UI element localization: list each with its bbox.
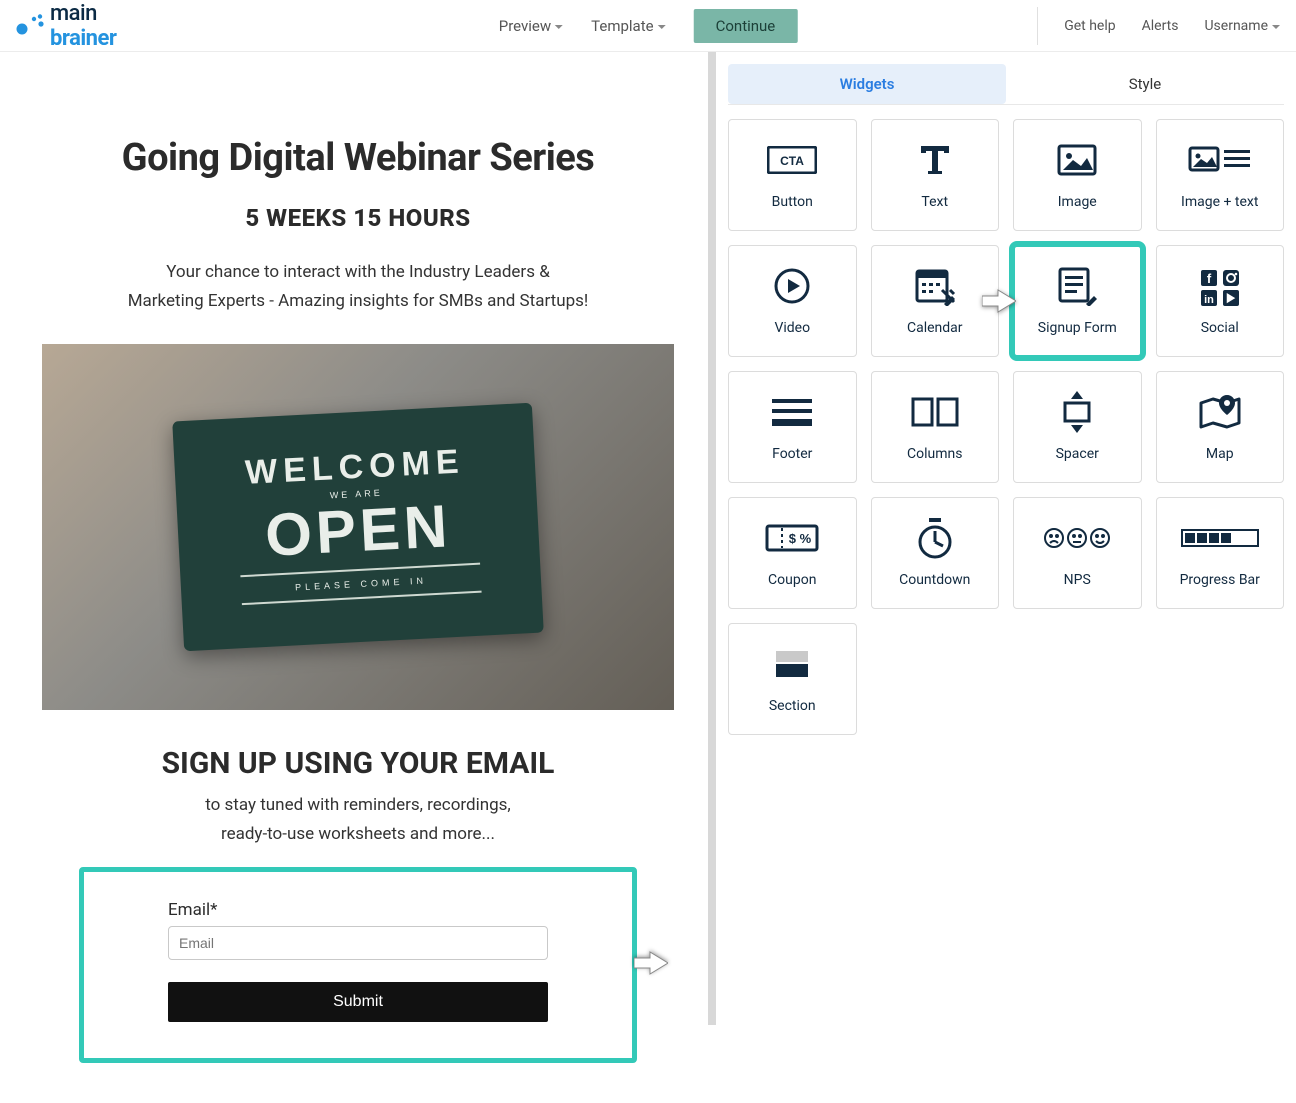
signup-subtext: to stay tuned with reminders, recordings… [30,791,686,849]
widget-label: Button [772,194,813,210]
logo-text: mainbrainer [50,1,116,51]
form-icon [1056,266,1098,306]
logo[interactable]: mainbrainer [16,1,116,51]
right-panel: Widgets Style CTA Button Text [716,52,1296,1025]
widget-text[interactable]: Text [871,119,1000,231]
svg-text:f: f [1207,271,1212,286]
widget-signup-form[interactable]: Signup Form [1013,245,1142,357]
page-canvas[interactable]: Going Digital Webinar Series 5 WEEKS 15 … [0,52,716,1103]
username-dropdown[interactable]: Username [1204,18,1280,34]
hero-image: WELCOME WE ARE OPEN PLEASE COME IN [42,344,674,710]
split-handle[interactable] [708,52,716,1025]
map-icon [1197,392,1243,432]
widget-nps[interactable]: NPS [1013,497,1142,609]
footer-icon [770,392,814,432]
get-help-link[interactable]: Get help [1064,18,1115,34]
svg-text:in: in [1204,294,1214,306]
widget-button[interactable]: CTA Button [728,119,857,231]
chevron-down-icon [1272,25,1280,29]
signup-heading: SIGN UP USING YOUR EMAIL [30,746,686,781]
continue-button[interactable]: Continue [694,9,798,43]
signup-form-block[interactable]: Email* Submit [79,867,637,1063]
widget-label: Section [769,698,816,714]
template-dropdown[interactable]: Template [591,17,665,35]
username-label: Username [1204,18,1268,34]
main-area: Going Digital Webinar Series 5 WEEKS 15 … [0,52,1296,1025]
image-icon [1057,140,1097,180]
tab-style[interactable]: Style [1006,64,1284,104]
widget-coupon[interactable]: $ % Coupon [728,497,857,609]
arrow-icon [982,288,1016,318]
preview-label: Preview [499,17,551,35]
logo-icon [16,14,44,38]
image-text-icon [1188,140,1252,180]
widget-map[interactable]: Map [1156,371,1285,483]
widget-label: Map [1206,446,1234,462]
widget-label: Spacer [1056,446,1099,462]
widget-label: NPS [1064,572,1091,588]
lead-text: Your chance to interact with the Industr… [30,258,686,316]
widget-columns[interactable]: Columns [871,371,1000,483]
widget-label: Image [1058,194,1097,210]
progress-icon [1181,518,1259,558]
widget-label: Coupon [768,572,816,588]
widgets-grid: CTA Button Text Image Image [728,119,1284,735]
widget-image[interactable]: Image [1013,119,1142,231]
spacer-icon [1057,392,1097,432]
widget-label: Progress Bar [1180,572,1260,588]
email-field[interactable] [168,926,548,960]
tab-widgets[interactable]: Widgets [728,64,1006,104]
widget-label: Video [774,320,810,336]
page-subtitle: 5 WEEKS 15 HOURS [30,204,686,232]
widget-label: Social [1201,320,1239,336]
widget-label: Footer [772,446,812,462]
video-icon [772,266,812,306]
widget-label: Calendar [907,320,963,336]
arrow-icon [634,946,668,976]
social-icon: f in [1197,266,1243,306]
submit-button[interactable]: Submit [168,982,548,1022]
widget-footer[interactable]: Footer [728,371,857,483]
preview-dropdown[interactable]: Preview [499,17,563,35]
widget-progress-bar[interactable]: Progress Bar [1156,497,1285,609]
widget-social[interactable]: f in Social [1156,245,1285,357]
countdown-icon [915,518,955,558]
cta-icon: CTA [767,140,817,180]
chevron-down-icon [658,25,666,29]
widget-label: Text [921,194,948,210]
svg-text:CTA: CTA [780,154,804,168]
canvas-pane: Going Digital Webinar Series 5 WEEKS 15 … [0,52,716,1025]
calendar-icon [914,266,956,306]
widget-countdown[interactable]: Countdown [871,497,1000,609]
header-right-nav: Get help Alerts Username [1037,7,1280,45]
widget-spacer[interactable]: Spacer [1013,371,1142,483]
widget-label: Signup Form [1038,320,1117,336]
widget-label: Image + text [1181,194,1258,210]
widget-video[interactable]: Video [728,245,857,357]
header-center-nav: Preview Template Continue [499,9,798,43]
template-label: Template [591,17,653,35]
widget-label: Countdown [899,572,970,588]
coupon-icon: $ % [764,518,820,558]
page-title: Going Digital Webinar Series [30,136,686,180]
widget-label: Columns [907,446,962,462]
welcome-sign: WELCOME WE ARE OPEN PLEASE COME IN [172,403,544,652]
email-label: Email* [168,900,548,920]
widget-section[interactable]: Section [728,623,857,735]
svg-text:$ %: $ % [789,531,812,546]
widget-calendar[interactable]: Calendar [871,245,1000,357]
text-icon [915,140,955,180]
widget-image-text[interactable]: Image + text [1156,119,1285,231]
nps-icon [1042,518,1112,558]
columns-icon [911,392,959,432]
app-header: mainbrainer Preview Template Continue Ge… [0,0,1296,52]
section-icon [772,644,812,684]
alerts-link[interactable]: Alerts [1142,18,1179,34]
chevron-down-icon [555,25,563,29]
panel-tabs: Widgets Style [728,64,1284,105]
